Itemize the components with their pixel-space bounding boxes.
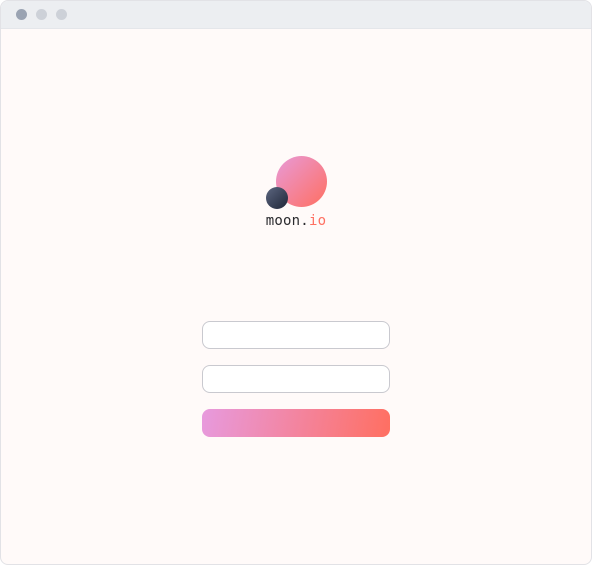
app-window: moon.io: [0, 0, 592, 565]
login-button[interactable]: [202, 409, 390, 437]
close-window-dot[interactable]: [16, 9, 27, 20]
brand-name-primary: moon.: [265, 213, 309, 229]
minimize-window-dot[interactable]: [36, 9, 47, 20]
moon-logo-icon: [265, 156, 331, 212]
brand-name: moon.io: [1, 213, 591, 229]
password-field[interactable]: [202, 365, 390, 393]
brand-name-accent: io: [308, 213, 327, 229]
title-bar: [1, 1, 591, 29]
maximize-window-dot[interactable]: [56, 9, 67, 20]
moon-circle-icon: [266, 187, 288, 209]
username-field[interactable]: [202, 321, 390, 349]
